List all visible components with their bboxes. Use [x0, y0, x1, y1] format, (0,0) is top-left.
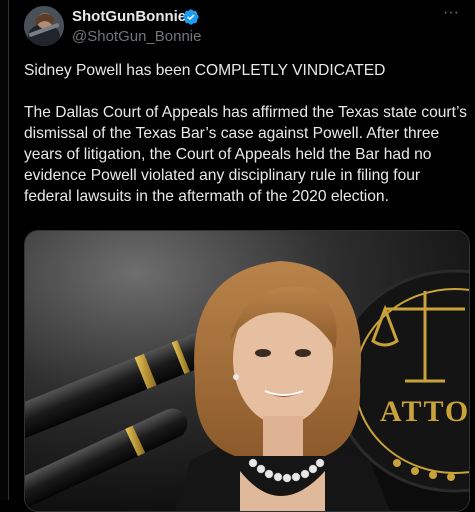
tweet-text-paragraph2: The Dallas Court of Appeals has affirmed… — [24, 104, 467, 205]
badge-text: ATTOR — [380, 395, 469, 428]
tweet-media-image[interactable]: ATTOR — [24, 230, 470, 512]
more-options-icon[interactable]: ··· — [441, 5, 461, 26]
tweet-text-line1: Sidney Powell has been COMPLETLY VINDICA… — [24, 62, 386, 79]
display-name[interactable]: ShotGunBonnie — [72, 8, 186, 25]
tweet-text: Sidney Powell has been COMPLETLY VINDICA… — [24, 60, 469, 207]
verified-badge-icon — [182, 8, 200, 26]
user-handle[interactable]: @ShotGun_Bonnie — [72, 28, 202, 45]
avatar[interactable] — [24, 6, 64, 46]
tweet-card[interactable]: ShotGunBonnie @ShotGun_Bonnie ··· Sidney… — [8, 0, 475, 512]
